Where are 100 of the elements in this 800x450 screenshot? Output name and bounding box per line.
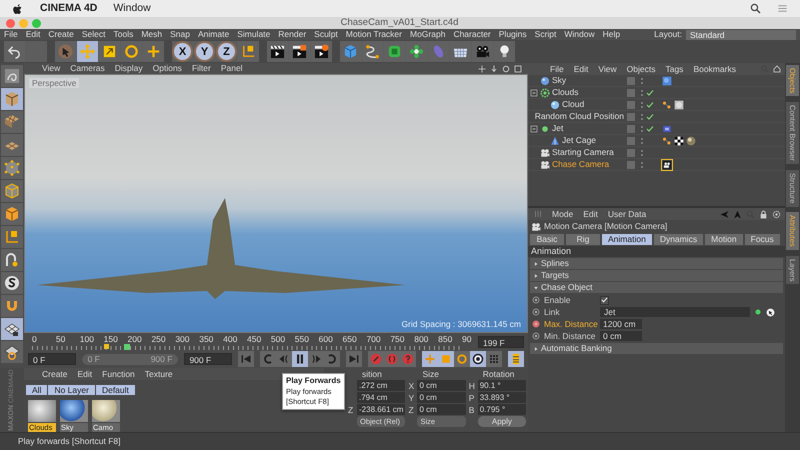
object-name[interactable]: Jet Cage: [562, 135, 596, 146]
object-name[interactable]: Random Cloud Position: [534, 111, 624, 122]
axis-lock-button[interactable]: X: [172, 41, 193, 62]
filter-button[interactable]: All: [26, 384, 48, 396]
tab[interactable]: Basic: [530, 234, 564, 245]
menu-item[interactable]: Cameras: [70, 63, 105, 74]
coordinate-field[interactable]: .794 cm: [357, 392, 406, 404]
menu-item[interactable]: View: [598, 64, 617, 74]
link-field[interactable]: Jet: [600, 307, 750, 317]
frame-field[interactable]: 0 F: [28, 353, 76, 365]
menu-item[interactable]: Edit: [26, 29, 40, 40]
menu-item[interactable]: Simulate: [237, 29, 270, 40]
viewport-render[interactable]: Perspective Grid Spacing : 3069631.145 cm: [24, 74, 528, 333]
axis-label: H: [468, 380, 476, 391]
frame-field[interactable]: 199 F: [478, 336, 524, 348]
menu-item[interactable]: Tools: [114, 29, 134, 40]
frame-number: 300: [175, 334, 190, 344]
menu-item[interactable]: Panel: [220, 63, 243, 74]
frame-field[interactable]: 900 F: [184, 353, 232, 365]
field-label: Enable: [544, 294, 572, 306]
frame-number: 700: [366, 334, 381, 344]
menu-item[interactable]: Help: [602, 29, 620, 40]
frame-number: 550: [294, 334, 309, 344]
menu-item[interactable]: MoGraph: [410, 29, 446, 40]
menu-item[interactable]: Character: [453, 29, 491, 40]
menu-item[interactable]: Edit: [78, 368, 92, 380]
menu-item[interactable]: Bookmarks: [693, 64, 736, 74]
field-label: Link: [544, 306, 561, 318]
coordinate-field[interactable]: .272 cm: [357, 380, 406, 392]
menu-item[interactable]: User Data: [608, 208, 646, 220]
field-label: Max. Distance: [544, 318, 596, 330]
tab[interactable]: Animation: [602, 234, 652, 245]
section-header[interactable]: Automatic Banking: [530, 343, 783, 354]
menu-item[interactable]: Window: [113, 2, 151, 15]
menu-item[interactable]: Mesh: [141, 29, 162, 40]
section-title: Chase Object: [541, 282, 592, 293]
menu-item[interactable]: View: [42, 63, 60, 74]
app-menu[interactable]: CINEMA 4D: [40, 2, 98, 15]
menu-item[interactable]: Edit: [583, 208, 598, 220]
layout-dropdown[interactable]: Standard: [686, 30, 796, 40]
section-title: Targets: [541, 270, 569, 281]
object-name[interactable]: Jet: [552, 123, 564, 134]
apply-button[interactable]: Apply: [478, 416, 526, 428]
menu-item[interactable]: Select: [82, 29, 106, 40]
number-field[interactable]: 0 cm: [600, 331, 642, 341]
menu-item[interactable]: Objects: [626, 64, 656, 74]
section-header[interactable]: Chase Object: [530, 282, 783, 293]
section-header[interactable]: Targets: [530, 270, 783, 281]
menu-item[interactable]: Texture: [144, 368, 173, 380]
coordinate-field[interactable]: 90.1 °: [478, 380, 526, 392]
tab[interactable]: Rig: [566, 234, 600, 245]
menu-item[interactable]: Tags: [665, 64, 684, 74]
coordinate-field[interactable]: 0 cm: [417, 404, 466, 416]
tab[interactable]: Focus: [744, 234, 780, 245]
menu-item[interactable]: Animate: [198, 29, 230, 40]
coordinate-field[interactable]: 0 cm: [417, 392, 466, 404]
coordinate-field[interactable]: 33.893 °: [478, 392, 526, 404]
menu-item[interactable]: Plugins: [498, 29, 527, 40]
menu-item[interactable]: Function: [102, 368, 135, 380]
coordinate-field[interactable]: 0.795 °: [478, 404, 526, 416]
object-name[interactable]: Sky: [552, 75, 566, 86]
axis-lock-button[interactable]: Y: [194, 41, 215, 62]
coordinate-field[interactable]: -238.661 cm: [357, 404, 406, 416]
frame-number: 850: [438, 334, 452, 344]
section-header[interactable]: Splines: [530, 258, 783, 269]
tab[interactable]: Motion: [705, 234, 743, 245]
object-name[interactable]: Chase Camera: [552, 159, 610, 170]
column-header: Rotation: [482, 369, 514, 380]
menu-item[interactable]: File: [4, 29, 18, 40]
tooltip-title: Play Forwards: [286, 376, 341, 387]
menu-item[interactable]: Create: [48, 29, 74, 40]
axis-lock-button[interactable]: Z: [216, 41, 237, 62]
menu-item[interactable]: Sculpt: [314, 29, 338, 40]
tab[interactable]: Dynamics: [654, 234, 704, 245]
menu-item[interactable]: Render: [278, 29, 306, 40]
menu-item[interactable]: Display: [114, 63, 143, 74]
menu-item[interactable]: Filter: [192, 63, 211, 74]
number-field[interactable]: 1200 cm: [600, 319, 642, 329]
object-name[interactable]: Starting Camera: [552, 147, 614, 158]
menu-item[interactable]: Motion Tracker: [346, 29, 402, 40]
frame-number: 50: [56, 334, 66, 344]
menu-item[interactable]: Window: [564, 29, 595, 40]
menu-item[interactable]: Options: [152, 63, 182, 74]
camera-label: Perspective: [29, 78, 80, 88]
filter-button[interactable]: No Layer: [48, 384, 95, 396]
filter-button[interactable]: Default: [96, 384, 135, 396]
menu-item[interactable]: Create: [42, 368, 68, 380]
menu-item[interactable]: Mode: [552, 208, 574, 220]
axis-label: B: [468, 404, 476, 415]
range-end: 900 F: [150, 354, 172, 364]
menu-item[interactable]: Script: [534, 29, 556, 40]
object-title: Motion Camera [Motion Camera]: [544, 221, 668, 232]
menu-item[interactable]: Snap: [170, 29, 190, 40]
menu-item[interactable]: Edit: [574, 64, 588, 74]
menu-item[interactable]: File: [550, 64, 564, 74]
status-text: Play forwards [Shortcut F8]: [18, 436, 121, 447]
coordinate-field[interactable]: 0 cm: [417, 380, 466, 392]
axis-label: P: [468, 392, 476, 403]
object-name[interactable]: Clouds: [552, 87, 578, 98]
object-name[interactable]: Cloud: [562, 99, 584, 110]
